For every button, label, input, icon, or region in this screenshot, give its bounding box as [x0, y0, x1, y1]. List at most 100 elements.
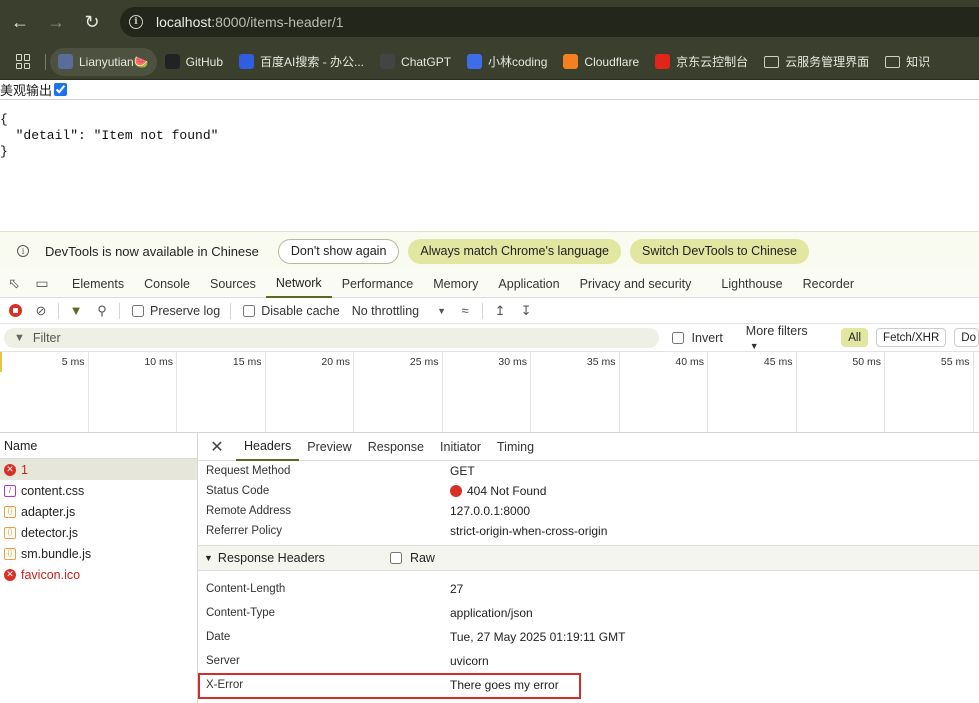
general-header-row: Remote Address 127.0.0.1:8000 [198, 501, 979, 521]
filter-chip-doc[interactable]: Do [954, 328, 979, 347]
preserve-log-toggle[interactable]: Preserve log [132, 304, 220, 318]
bookmark-item[interactable]: Cloudflare [555, 48, 647, 76]
toolbar-divider [119, 302, 120, 319]
toolbar-divider [58, 302, 59, 319]
close-icon[interactable]: ✕ [198, 437, 236, 457]
more-filters-dropdown[interactable]: More filters ▼ [746, 324, 823, 352]
network-filter-bar: ▼ Filter Invert More filters ▼ All Fetch… [0, 324, 979, 352]
tab-console[interactable]: Console [134, 270, 200, 298]
bookmark-favicon-icon [164, 54, 180, 69]
request-detail-pane: ✕ Headers Preview Response Initiator Timing … [198, 433, 979, 703]
address-bar[interactable]: i localhost:8000/items-header/1 [120, 7, 979, 37]
bookmark-item[interactable]: Lianyutian🍉 [50, 47, 157, 76]
tab-network[interactable]: Network [265, 270, 332, 298]
filter-input[interactable]: ▼ Filter [4, 327, 659, 348]
switch-to-chinese-button[interactable]: Switch DevTools to Chinese [630, 238, 809, 264]
site-info-icon[interactable]: i [129, 15, 143, 29]
preserve-log-label: Preserve log [150, 303, 221, 318]
raw-toggle[interactable]: Raw [389, 551, 435, 565]
search-icon[interactable]: ⚲ [89, 298, 115, 324]
tab-recorder[interactable]: Recorder [793, 270, 864, 298]
response-headers-section[interactable]: ▼ Response Headers Raw [198, 545, 979, 571]
x-error-highlight-box [198, 673, 581, 699]
request-row[interactable]: / content.css [0, 480, 197, 501]
detail-tab-response[interactable]: Response [360, 433, 432, 461]
filter-funnel-icon[interactable]: ▼ [63, 298, 89, 324]
bookmark-label: Cloudflare [584, 54, 640, 69]
bookmark-favicon-icon [563, 54, 579, 69]
response-header-row: Content-Type application/json [198, 601, 979, 625]
request-row[interactable]: {} sm.bundle.js [0, 543, 197, 564]
request-row[interactable]: ✕ 1 [0, 459, 197, 480]
always-match-language-button[interactable]: Always match Chrome's language [408, 238, 621, 264]
bookmark-item[interactable]: 知识 [877, 48, 938, 76]
request-row[interactable]: {} detector.js [0, 522, 197, 543]
invert-toggle[interactable]: Invert [671, 330, 723, 345]
bookmark-item[interactable]: 京东云控制台 [647, 48, 756, 76]
bookmark-item[interactable]: 百度AI搜索 - 办公... [231, 48, 372, 76]
export-har-icon[interactable]: ↧ [513, 298, 539, 324]
folder-icon [885, 55, 901, 68]
request-row[interactable]: ✕ favicon.ico [0, 564, 197, 585]
detail-tab-headers[interactable]: Headers [236, 433, 300, 461]
bookmark-label: ChatGPT [401, 54, 452, 69]
raw-checkbox[interactable] [389, 552, 402, 564]
invert-checkbox[interactable] [671, 331, 684, 344]
tab-memory[interactable]: Memory [423, 270, 488, 298]
timeline-tick-label: 10 ms [89, 352, 177, 432]
toolbar-divider [230, 302, 232, 319]
disable-cache-toggle[interactable]: Disable cache [243, 304, 340, 318]
invert-label: Invert [691, 330, 723, 345]
bookmark-favicon-icon [58, 54, 73, 69]
detail-tab-preview[interactable]: Preview [299, 433, 359, 461]
bookmark-label: 知识 [906, 55, 931, 69]
request-row[interactable]: {} adapter.js [0, 501, 197, 522]
tab-application[interactable]: Application [488, 270, 569, 298]
network-timeline-overview[interactable]: 5 ms 10 ms 15 ms 20 ms 25 ms 30 ms 35 ms 40 ms 4… [0, 352, 979, 433]
network-toolbar: ⊘ ▼ ⚲ Preserve log Disable cache No thro… [0, 298, 979, 324]
tab-performance[interactable]: Performance [332, 270, 424, 298]
timeline-tick-label: 5 ms [0, 352, 89, 432]
preserve-log-checkbox[interactable] [132, 304, 144, 317]
chevron-down-icon: ▼ [437, 305, 447, 316]
filter-chip-fetch-xhr[interactable]: Fetch/XHR [876, 328, 947, 347]
apps-grid-icon[interactable] [16, 54, 31, 69]
device-toolbar-icon[interactable]: ▭ [28, 270, 56, 298]
tab-privacy-and-security[interactable]: Privacy and security [570, 270, 702, 298]
import-har-icon[interactable]: ↥ [487, 298, 513, 324]
back-button[interactable]: ← [2, 0, 38, 44]
response-headers-title: Response Headers [217, 551, 325, 565]
tab-lighthouse[interactable]: Lighthouse [711, 270, 792, 298]
record-stop-icon[interactable] [2, 298, 28, 324]
inspect-element-icon[interactable]: ⬁ [0, 270, 28, 298]
throttling-select[interactable]: No throttling ▼ [352, 304, 446, 318]
disable-cache-checkbox[interactable] [243, 304, 256, 317]
pretty-print-bar: 美观输出 [0, 80, 979, 100]
bookmark-item[interactable]: 云服务管理界面 [756, 48, 877, 76]
bookmark-label: Lianyutian🍉 [79, 54, 149, 69]
header-value-text: 127.0.0.1:8000 [450, 504, 531, 518]
timeline-tick-label: 30 ms [443, 352, 531, 432]
detail-tab-timing[interactable]: Timing [489, 433, 542, 461]
pretty-print-checkbox[interactable] [54, 83, 68, 96]
timeline-tick-label: 40 ms [620, 352, 708, 432]
forward-button[interactable]: → [38, 0, 74, 44]
bookmark-item[interactable]: 小林coding [459, 48, 555, 76]
disable-cache-label: Disable cache [261, 303, 340, 318]
name-column-header[interactable]: Name [0, 433, 197, 459]
clear-icon[interactable]: ⊘ [28, 298, 54, 324]
tab-sources[interactable]: Sources [200, 270, 266, 298]
bookmark-item[interactable]: ChatGPT [372, 48, 459, 76]
dont-show-again-button[interactable]: Don't show again [277, 238, 400, 264]
more-filters-label: More filters [745, 323, 808, 338]
tab-elements[interactable]: Elements [62, 270, 134, 298]
devtools-tabs-bar: ⬁ ▭ Elements Console Sources Network Perform… [0, 270, 979, 298]
header-key: Referrer Policy [206, 525, 283, 537]
chevron-down-icon: ▼ [749, 340, 759, 351]
filter-chip-all[interactable]: All [841, 328, 869, 347]
reload-button[interactable]: ↻ [74, 0, 110, 44]
header-value-text: 404 Not Found [467, 484, 547, 498]
network-conditions-icon[interactable]: ≈ [452, 298, 478, 324]
bookmark-item[interactable]: GitHub [157, 48, 231, 76]
detail-tab-initiator[interactable]: Initiator [432, 433, 489, 461]
